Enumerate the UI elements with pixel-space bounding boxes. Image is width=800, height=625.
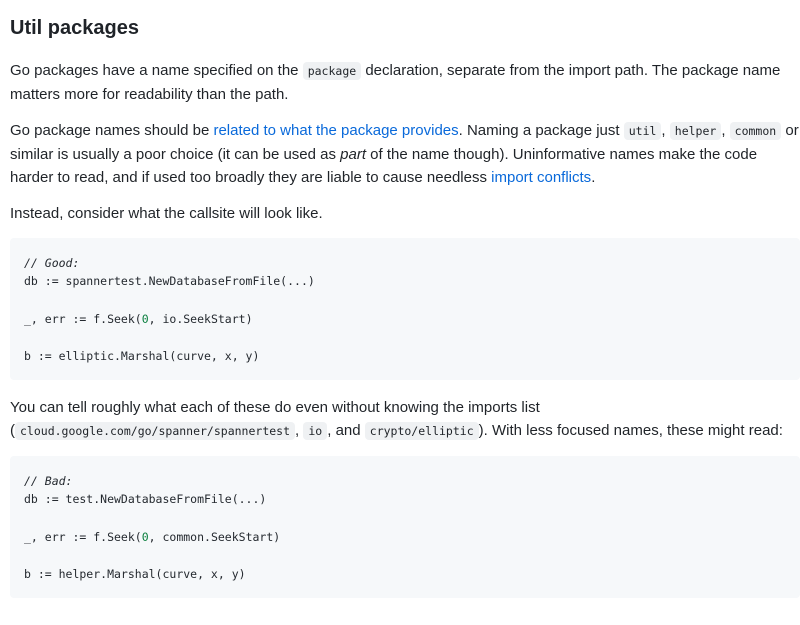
code-block-bad: // Bad: db := test.NewDatabaseFromFile(.… [10,456,800,598]
document-page: Util packages Go packages have a name sp… [0,0,800,625]
code-text: _, err := f.Seek( [24,530,142,544]
code-comment: // Bad: [24,474,73,488]
text: . [591,169,596,186]
paragraph-naming: Go package names should be related to wh… [10,119,800,189]
text: , and [327,422,365,439]
inline-code: cloud.google.com/go/spanner/spannertest [15,422,296,440]
code-line: b := elliptic.Marshal(curve, x, y) [24,349,260,363]
paragraph-callsite: Instead, consider what the callsite will… [10,205,323,222]
inline-code: io [303,422,328,440]
code-text: , io.SeekStart) [148,312,253,326]
emphasis: part [340,146,367,163]
text: Go packages have a name specified on the [10,62,303,79]
inline-code: package [302,62,362,80]
paragraph-imports: You can tell roughly what each of these … [10,396,800,443]
link-related-to-package[interactable]: related to what the package provides [213,122,458,139]
code-block-good: // Good: db := spannertest.NewDatabaseFr… [10,238,800,380]
code-line: _, err := f.Seek(0, io.SeekStart) [24,312,253,326]
text: . Naming a package just [458,122,624,139]
code-number: 0 [141,312,149,326]
inline-code: helper [669,122,722,140]
code-comment: // Good: [24,256,80,270]
inline-code: util [623,122,662,140]
code-text: _, err := f.Seek( [24,312,142,326]
code-line: db := test.NewDatabaseFromFile(...) [24,492,267,506]
code-number: 0 [141,530,149,544]
text: , [721,122,730,139]
code-line: b := helper.Marshal(curve, x, y) [24,567,246,581]
section-heading: Util packages [10,17,139,39]
code-line: _, err := f.Seek(0, common.SeekStart) [24,530,280,544]
text: ). With less focused names, these might … [478,422,783,439]
inline-code: crypto/elliptic [364,422,479,440]
text: , [661,122,670,139]
code-line: db := spannertest.NewDatabaseFromFile(..… [24,274,315,288]
link-import-conflicts[interactable]: import conflicts [491,169,591,186]
paragraph-intro: Go packages have a name specified on the… [10,59,800,106]
code-text: , common.SeekStart) [148,530,281,544]
inline-code: common [729,122,782,140]
text: Go package names should be [10,122,214,139]
